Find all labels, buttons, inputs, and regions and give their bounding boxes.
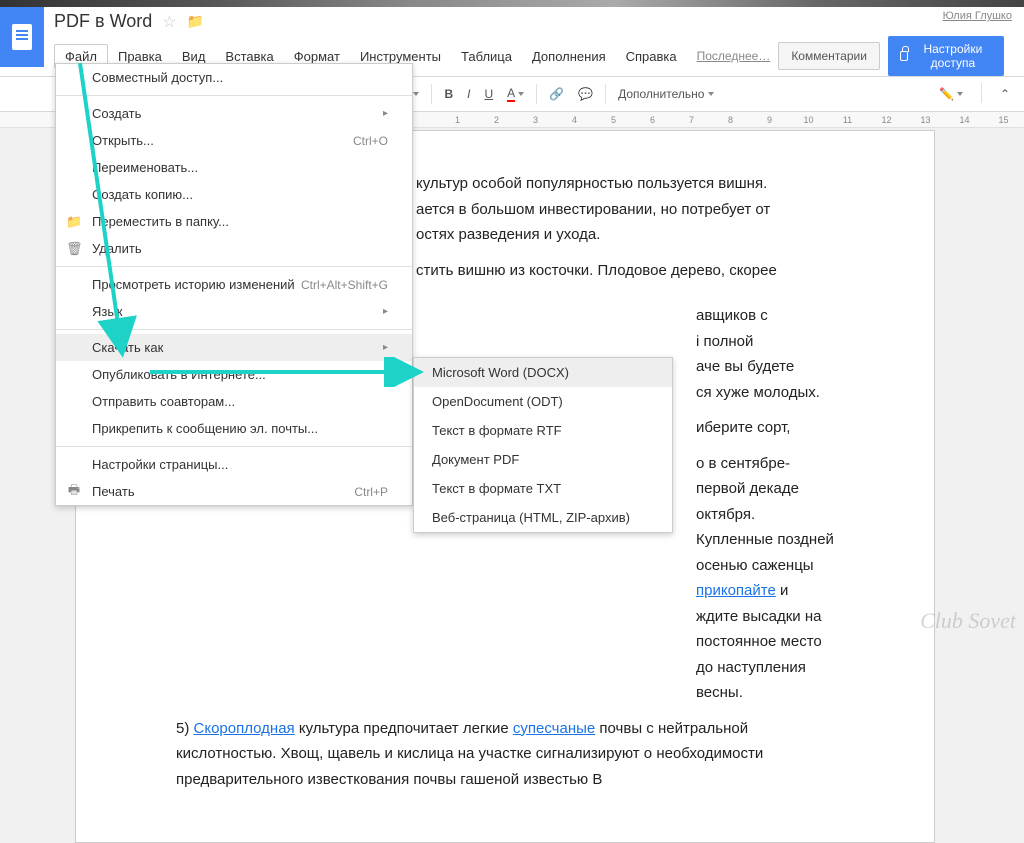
menu-page-setup[interactable]: Настройки страницы... — [56, 451, 412, 478]
docs-icon — [12, 24, 32, 50]
edit-mode-button[interactable]: ✏️ — [933, 83, 969, 105]
text-color-button[interactable]: A — [501, 82, 530, 106]
menu-copy[interactable]: Создать копию... — [56, 181, 412, 208]
menu-table[interactable]: Таблица — [451, 45, 522, 68]
file-menu-dropdown: Совместный доступ... Создать▸ Открыть...… — [55, 63, 413, 506]
menu-history[interactable]: Просмотреть историю измененийCtrl+Alt+Sh… — [56, 271, 412, 298]
menu-open[interactable]: Открыть...Ctrl+O — [56, 127, 412, 154]
menu-attach-email[interactable]: Прикрепить к сообщению эл. почты... — [56, 415, 412, 442]
menu-move[interactable]: 📁Переместить в папку... — [56, 208, 412, 235]
folder-icon[interactable]: 📁 — [187, 13, 204, 30]
menu-create[interactable]: Создать▸ — [56, 100, 412, 127]
body-text: 5) Скороплодная культура предпочитает ле… — [176, 716, 834, 793]
bold-button[interactable]: B — [438, 83, 459, 105]
window-topbar — [0, 0, 1024, 7]
more-select[interactable]: Дополнительно — [612, 83, 720, 105]
submenu-html[interactable]: Веб-страница (HTML, ZIP-архив) — [414, 503, 672, 532]
star-icon[interactable]: ☆ — [162, 12, 176, 32]
italic-button[interactable]: I — [461, 83, 476, 105]
link[interactable]: прикопайте — [696, 582, 776, 599]
submenu-txt[interactable]: Текст в формате TXT — [414, 474, 672, 503]
download-as-submenu: Microsoft Word (DOCX) OpenDocument (ODT)… — [413, 357, 673, 533]
comments-button[interactable]: Комментарии — [778, 42, 880, 70]
docs-logo[interactable] — [0, 7, 44, 67]
link-button[interactable]: 🔗 — [543, 83, 570, 105]
menu-send-authors[interactable]: Отправить соавторам... — [56, 388, 412, 415]
menu-delete[interactable]: 🗑Удалить — [56, 235, 412, 262]
menu-language[interactable]: Язык▸ — [56, 298, 412, 325]
doc-title[interactable]: PDF в Word — [54, 11, 152, 32]
user-name[interactable]: Юлия Глушко — [943, 10, 1012, 22]
folder-icon: 📁 — [66, 214, 82, 230]
menu-addons[interactable]: Дополнения — [522, 45, 616, 68]
submenu-odt[interactable]: OpenDocument (ODT) — [414, 387, 672, 416]
submenu-pdf[interactable]: Документ PDF — [414, 445, 672, 474]
share-button[interactable]: Настройки доступа — [888, 36, 1004, 76]
menu-help[interactable]: Справка — [616, 45, 687, 68]
lock-icon — [900, 51, 908, 61]
share-label: Настройки доступа — [914, 42, 992, 70]
trash-icon: 🗑 — [66, 241, 82, 257]
menu-publish[interactable]: Опубликовать в Интернете... — [56, 361, 412, 388]
menu-download-as[interactable]: Скачать как▸ — [56, 334, 412, 361]
print-icon: 🖶 — [66, 481, 82, 503]
menu-print[interactable]: 🖶ПечатьCtrl+P — [56, 478, 412, 505]
recent-link[interactable]: Последнее… — [697, 49, 771, 63]
submenu-docx[interactable]: Microsoft Word (DOCX) — [414, 358, 672, 387]
link[interactable]: супесчаные — [513, 720, 595, 737]
menu-share[interactable]: Совместный доступ... — [56, 64, 412, 91]
comment-button[interactable]: 💬 — [572, 83, 599, 105]
link[interactable]: Скороплодная — [194, 720, 295, 737]
collapse-button[interactable]: ⌃ — [994, 83, 1016, 105]
menu-rename[interactable]: Переименовать... — [56, 154, 412, 181]
submenu-rtf[interactable]: Текст в формате RTF — [414, 416, 672, 445]
underline-button[interactable]: U — [478, 83, 499, 105]
